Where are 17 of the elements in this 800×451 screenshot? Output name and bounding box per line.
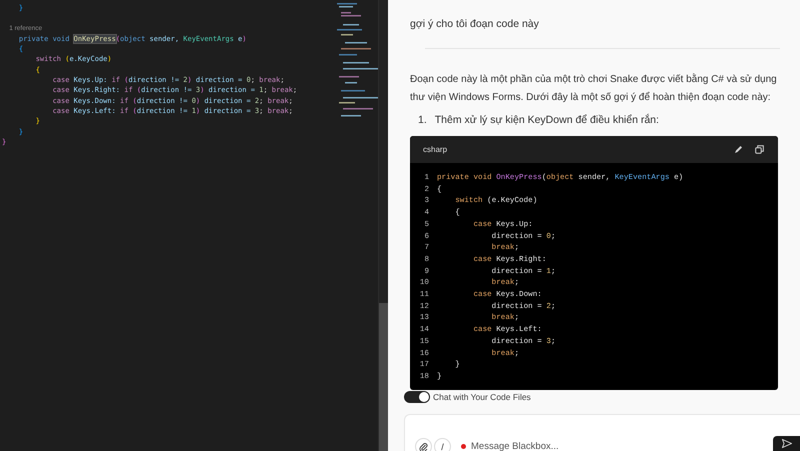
- toggle-label: Chat with Your Code Files: [433, 392, 531, 402]
- command-button[interactable]: /: [434, 438, 451, 451]
- answer-paragraph: Đoạn code này là một phần của một trò chơi Snake được viết bằng C# và sử dụng thư viện Windows Forms. Dưới đây là một số gợi ý để hoàn thiện đoạn code này:: [410, 72, 778, 104]
- scrollbar-thumb[interactable]: [379, 303, 388, 451]
- list-number: 1.: [418, 114, 427, 126]
- pencil-icon[interactable]: [734, 145, 743, 154]
- attach-button[interactable]: [415, 438, 432, 451]
- paperclip-icon: [419, 442, 428, 451]
- copy-icon[interactable]: [755, 145, 764, 154]
- list-item-text: Thêm xử lý sự kiện KeyDown để điều khiển rắn:: [434, 114, 659, 126]
- recording-dot-icon: [461, 444, 466, 449]
- message-input[interactable]: / Message Blackbox...: [404, 414, 800, 451]
- user-message: gợi ý cho tôi đoạn code này: [410, 18, 540, 30]
- send-icon: [782, 439, 792, 448]
- send-button[interactable]: [773, 436, 800, 451]
- toggle-switch[interactable]: [404, 390, 430, 403]
- code-language: csharp: [423, 145, 448, 154]
